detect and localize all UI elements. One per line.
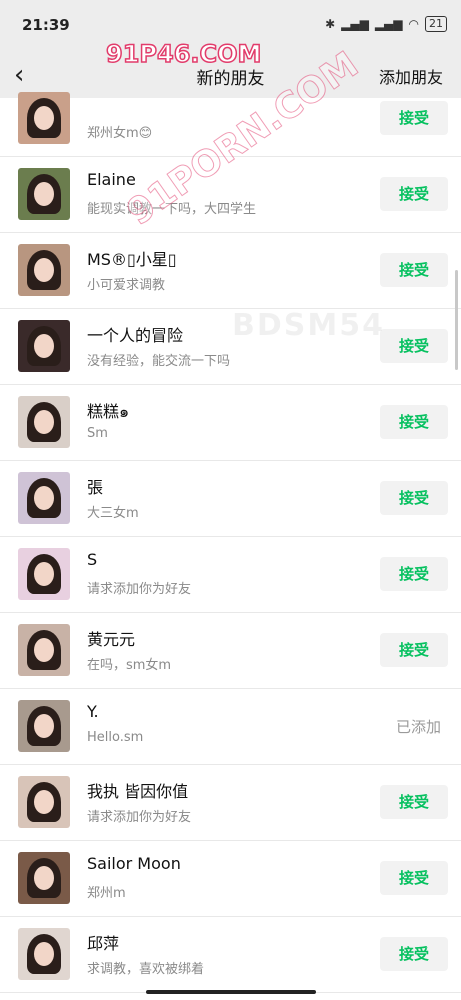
request-message: 没有经验，能交流一下吗 bbox=[87, 354, 231, 369]
request-message: 小可爱求调教 bbox=[87, 278, 166, 293]
contact-name: 我执 皆因你值 bbox=[87, 782, 189, 801]
accept-button[interactable]: 接受 bbox=[380, 937, 448, 971]
contact-name: Sailor Moon bbox=[87, 854, 181, 873]
list-item[interactable]: 邱萍求调教，喜欢被绑着 接受 bbox=[0, 916, 461, 993]
contact-name: MS®▯小星▯ bbox=[87, 250, 177, 269]
hd-signal-icon: ▂▄▆ bbox=[374, 17, 403, 31]
avatar[interactable] bbox=[18, 852, 70, 904]
avatar[interactable] bbox=[18, 700, 70, 752]
list-item[interactable]: Y. Hello.sm 已添加 bbox=[0, 688, 461, 765]
request-message: Sm bbox=[87, 426, 108, 441]
accept-button[interactable]: 接受 bbox=[380, 785, 448, 819]
contact-name: 糕糕๑ bbox=[87, 402, 130, 421]
contact-name: 張 bbox=[87, 478, 104, 497]
accept-button[interactable]: 接受 bbox=[380, 633, 448, 667]
avatar[interactable] bbox=[18, 168, 70, 220]
contact-name: 黄元元 bbox=[87, 630, 136, 649]
added-status: 已添加 bbox=[395, 718, 441, 736]
accept-button[interactable]: 接受 bbox=[380, 329, 448, 363]
contact-name: S bbox=[87, 550, 98, 569]
request-message: 请求添加你为好友 bbox=[87, 810, 192, 825]
signal-icon: ▂▄▆ bbox=[341, 17, 369, 31]
avatar[interactable] bbox=[18, 320, 70, 372]
accept-button[interactable]: 接受 bbox=[380, 861, 448, 895]
list-item[interactable]: 糕糕๑ Sm 接受 bbox=[0, 384, 461, 461]
status-bar: 21:39 ✱ ▂▄▆ ▂▄▆ ◠ 21 bbox=[0, 0, 461, 52]
battery-icon: 21 bbox=[425, 16, 447, 32]
avatar[interactable] bbox=[18, 472, 70, 524]
request-message: 大三女m bbox=[87, 506, 139, 521]
avatar[interactable] bbox=[18, 92, 70, 144]
request-message: 请求添加你为好友 bbox=[87, 582, 192, 597]
request-message: 郑州女m😊 bbox=[87, 126, 153, 141]
list-item[interactable]: 我执 皆因你值请求添加你为好友 接受 bbox=[0, 764, 461, 841]
status-time: 21:39 bbox=[22, 16, 70, 34]
contact-name: Elaine bbox=[87, 170, 136, 189]
request-message: Hello.sm bbox=[87, 730, 144, 745]
avatar[interactable] bbox=[18, 776, 70, 828]
list-item[interactable]: 張大三女m 接受 bbox=[0, 460, 461, 537]
avatar[interactable] bbox=[18, 244, 70, 296]
accept-button[interactable]: 接受 bbox=[380, 177, 448, 211]
status-icons: ✱ ▂▄▆ ▂▄▆ ◠ 21 bbox=[325, 16, 447, 32]
list-item[interactable]: MS®▯小星▯ 小可爱求调教 接受 bbox=[0, 232, 461, 309]
bluetooth-icon: ✱ bbox=[325, 17, 336, 31]
list-item[interactable]: 郑州女m😊 接受 bbox=[0, 80, 461, 157]
request-message: 求调教，喜欢被绑着 bbox=[87, 962, 205, 977]
wifi-icon: ◠ bbox=[408, 17, 419, 31]
request-message: 郑州m bbox=[87, 886, 126, 901]
contact-name: 邱萍 bbox=[87, 934, 120, 953]
avatar[interactable] bbox=[18, 928, 70, 980]
request-message: 能现实调教一下吗，大四学生 bbox=[87, 202, 257, 217]
accept-button[interactable]: 接受 bbox=[380, 481, 448, 515]
list-item[interactable]: 黄元元在吗，sm女m 接受 bbox=[0, 612, 461, 689]
list-item[interactable]: S 请求添加你为好友 接受 bbox=[0, 536, 461, 613]
contact-name: Y. bbox=[87, 702, 99, 721]
request-message: 在吗，sm女m bbox=[87, 658, 172, 673]
list-item[interactable]: Elaine 能现实调教一下吗，大四学生 接受 bbox=[0, 156, 461, 233]
avatar[interactable] bbox=[18, 624, 70, 676]
avatar[interactable] bbox=[18, 548, 70, 600]
accept-button[interactable]: 接受 bbox=[380, 405, 448, 439]
home-indicator[interactable] bbox=[146, 990, 316, 994]
scrollbar[interactable] bbox=[455, 270, 458, 370]
accept-button[interactable]: 接受 bbox=[380, 557, 448, 591]
accept-button[interactable]: 接受 bbox=[380, 253, 448, 287]
avatar[interactable] bbox=[18, 396, 70, 448]
accept-button[interactable]: 接受 bbox=[380, 101, 448, 135]
list-item[interactable]: Sailor Moon 郑州m 接受 bbox=[0, 840, 461, 917]
contact-name: 一个人的冒险 bbox=[87, 326, 184, 345]
list-item[interactable]: 一个人的冒险没有经验，能交流一下吗 接受 bbox=[0, 308, 461, 385]
